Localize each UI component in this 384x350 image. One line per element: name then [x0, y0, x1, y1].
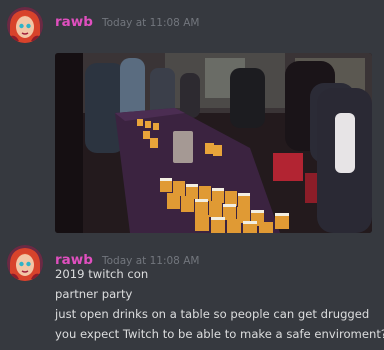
message-1: rawb Today at 11:08 AM	[0, 0, 384, 240]
party-photo-icon	[55, 53, 372, 233]
message-line: 2019 twitch con	[55, 267, 149, 281]
user-avatar[interactable]	[7, 245, 43, 281]
message-content: 2019 twitch con partner party just open …	[55, 264, 384, 344]
user-avatar[interactable]	[7, 7, 43, 43]
username[interactable]: rawb	[55, 14, 93, 30]
message-line: you expect Twitch to be able to make a s…	[55, 327, 384, 341]
message-line: partner party	[55, 287, 133, 301]
avatar-portrait-icon	[7, 7, 43, 43]
image-attachment[interactable]	[55, 53, 372, 233]
message-header: rawb Today at 11:08 AM	[55, 11, 199, 30]
avatar-portrait-icon	[7, 245, 43, 281]
message-line: just open drinks on a table so people ca…	[55, 307, 370, 321]
timestamp: Today at 11:08 AM	[102, 17, 200, 29]
